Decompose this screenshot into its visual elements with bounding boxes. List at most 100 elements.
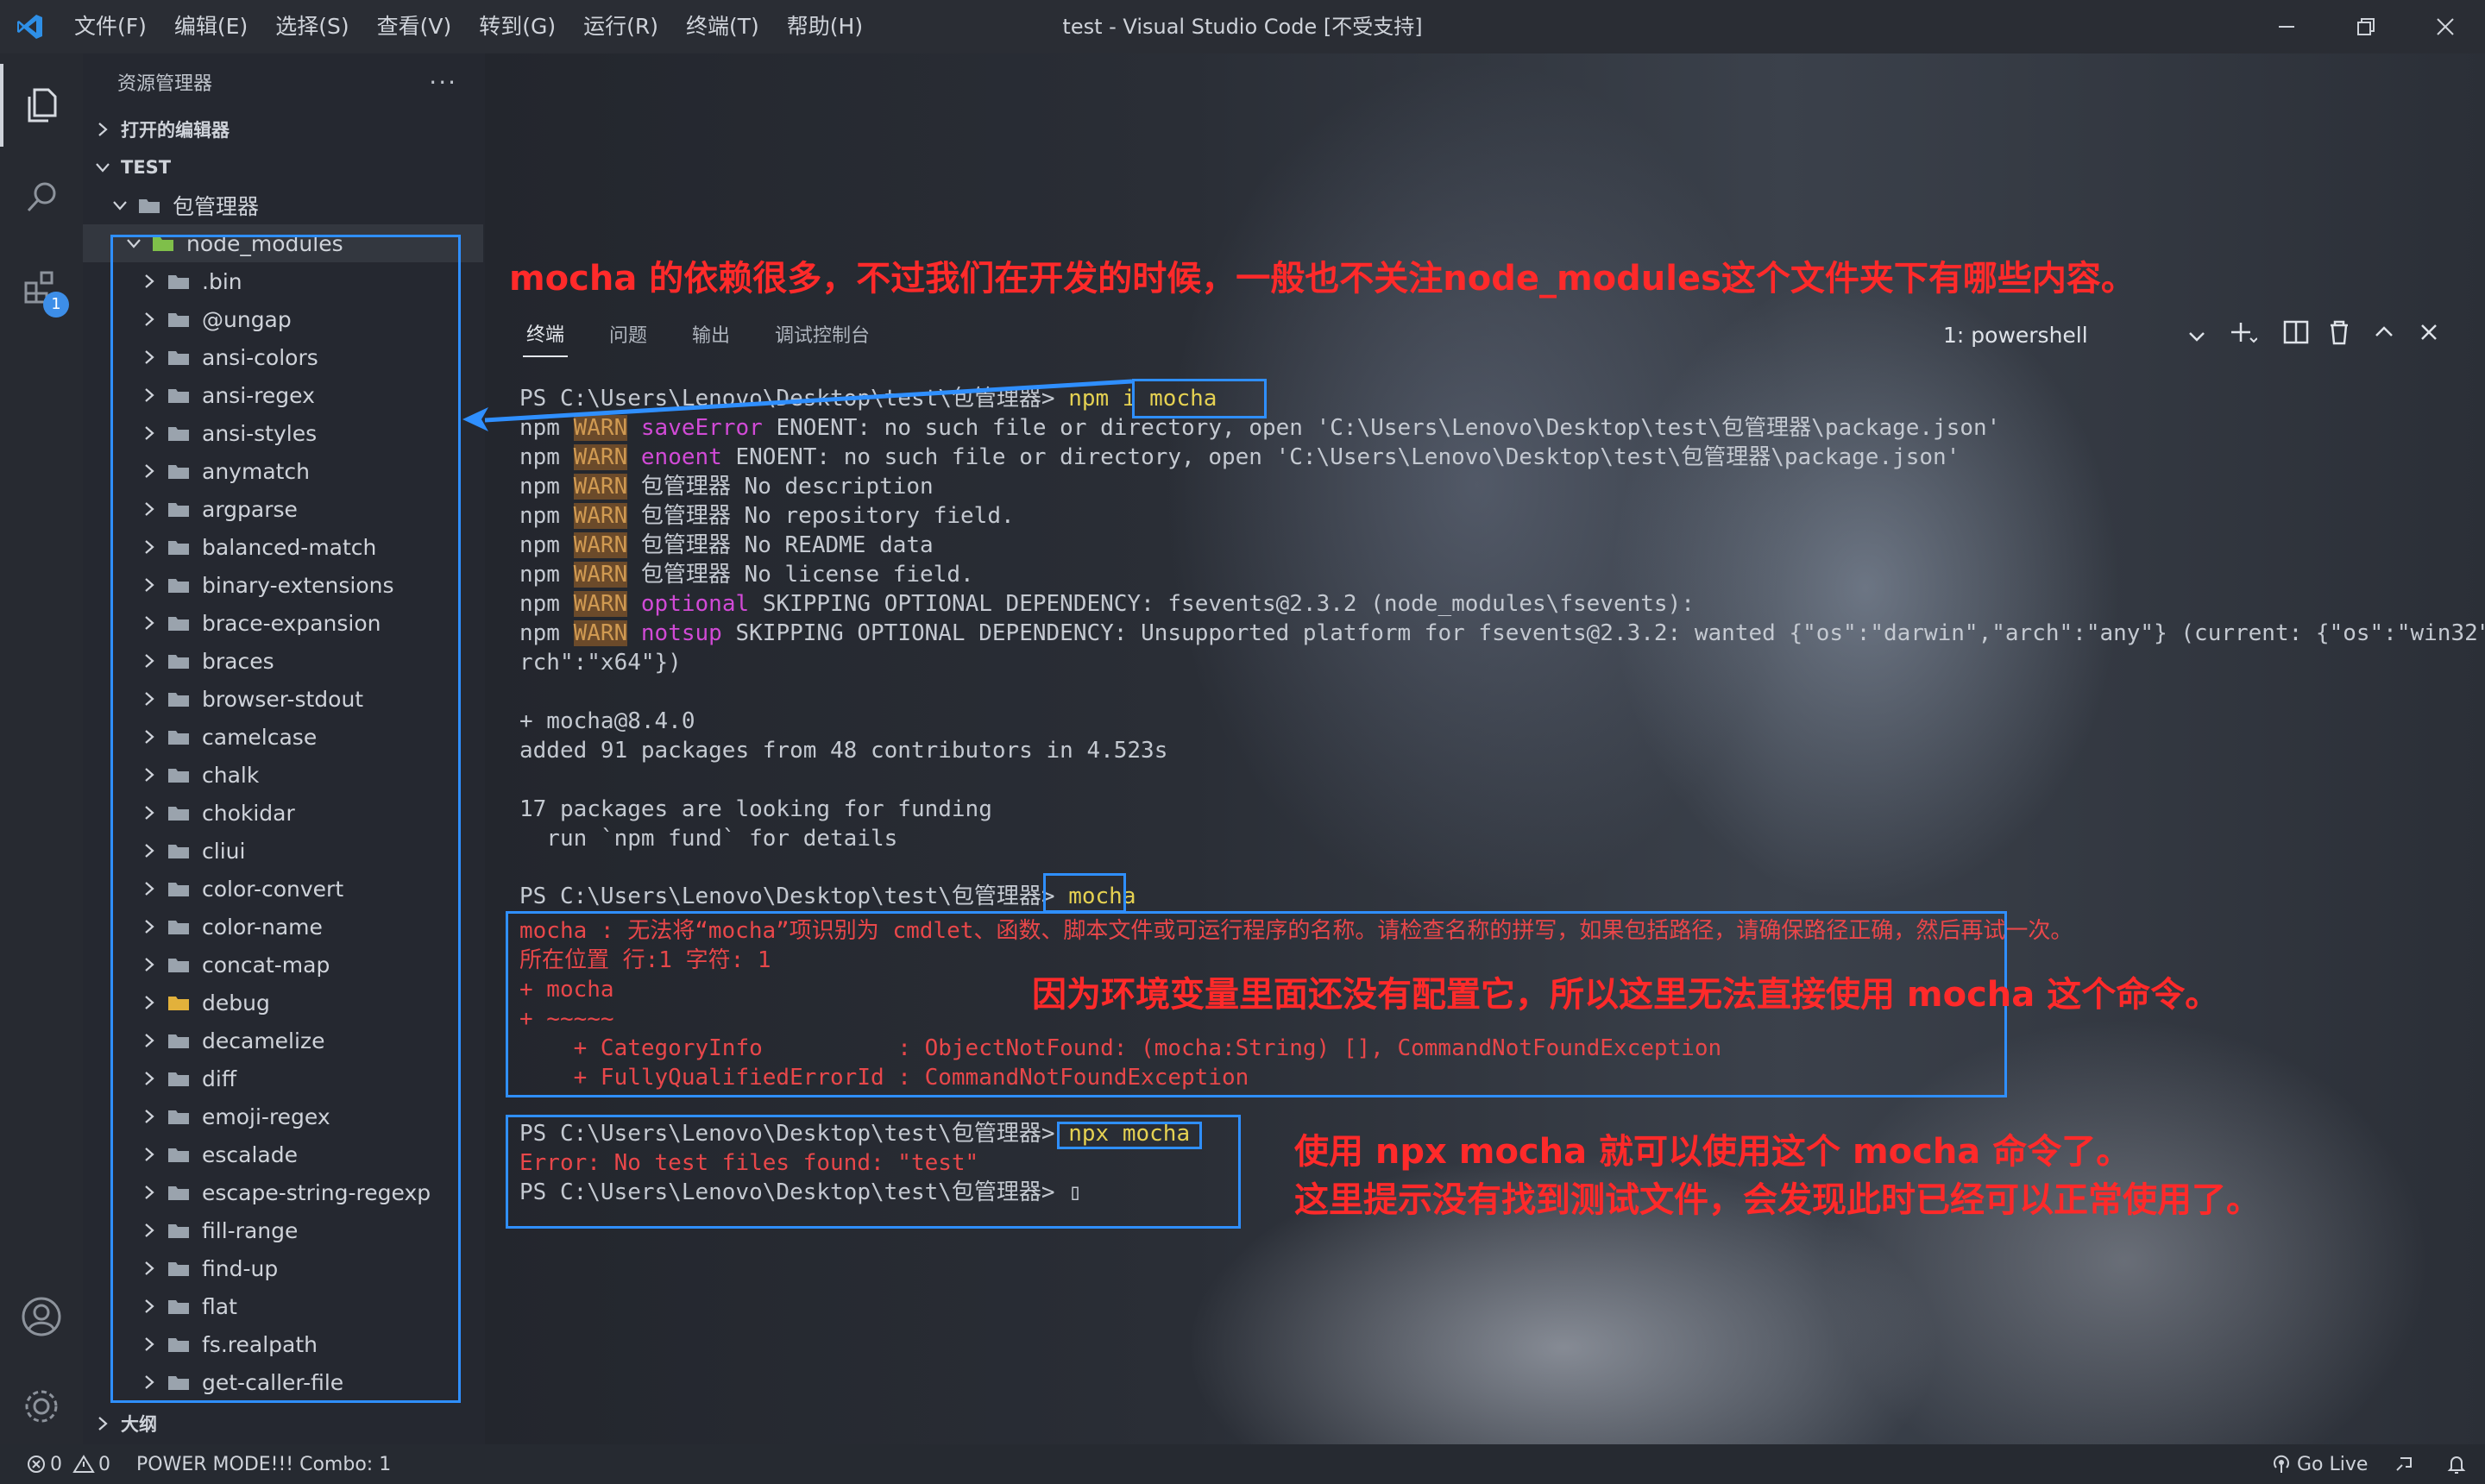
terminal-select[interactable]: 1: powershell <box>1943 323 2088 348</box>
chevron-right-icon <box>145 882 154 896</box>
arrowhead-icon <box>462 407 488 431</box>
folder-icon <box>168 1224 189 1238</box>
outline-label: 大纲 <box>121 1414 157 1435</box>
tree-item-folder[interactable]: concat-map <box>83 946 485 984</box>
split-terminal-icon[interactable] <box>2281 318 2311 347</box>
tree-item-node-modules[interactable]: node_modules <box>83 224 483 262</box>
section-workspace[interactable]: TEST <box>83 148 485 186</box>
folder-icon <box>168 579 189 593</box>
account-icon[interactable] <box>0 1275 83 1358</box>
tree-item-folder[interactable]: argparse <box>83 490 485 528</box>
tree-item-folder[interactable]: escape-string-regexp <box>83 1173 485 1211</box>
terminal-warn-line: npm WARN notsup SKIPPING OPTIONAL DEPEND… <box>519 619 2485 648</box>
chevron-right-icon <box>145 1034 154 1047</box>
tree-item-folder[interactable]: braces <box>83 642 485 680</box>
tree-item-folder[interactable]: escalade <box>83 1135 485 1173</box>
explorer-icon[interactable] <box>0 64 83 147</box>
tree-item-folder[interactable]: binary-extensions <box>83 566 485 604</box>
folder-icon <box>168 465 189 479</box>
terminal-line: rch":"x64"}) <box>519 650 682 676</box>
tree-item-folder[interactable]: emoji-regex <box>83 1097 485 1135</box>
folder-icon <box>168 1376 189 1390</box>
open-editors-label: 打开的编辑器 <box>121 120 230 141</box>
tree-item-folder[interactable]: chokidar <box>83 794 485 832</box>
terminal-line: added 91 packages from 48 contributors i… <box>519 738 1168 764</box>
tree-item-folder[interactable]: ansi-colors <box>83 338 485 376</box>
tree-item-root-folder[interactable]: 包管理器 <box>83 186 485 224</box>
tree-item-folder[interactable]: camelcase <box>83 718 485 756</box>
window-controls <box>2247 0 2485 53</box>
tree-item-folder[interactable]: anymatch <box>83 452 485 490</box>
extensions-icon[interactable]: 1 <box>0 245 83 328</box>
search-icon[interactable] <box>0 155 83 238</box>
section-open-editors[interactable]: 打开的编辑器 <box>83 110 485 148</box>
more-actions-icon[interactable]: ··· <box>429 68 457 97</box>
close-panel-icon[interactable] <box>2414 318 2444 347</box>
tree-label: ansi-regex <box>202 382 315 408</box>
tree-item-folder[interactable]: browser-stdout <box>83 680 485 718</box>
error-icon <box>28 1456 45 1473</box>
tree-item-folder[interactable]: fill-range <box>83 1211 485 1249</box>
power-mode-status[interactable]: POWER MODE!!! Combo: 1 <box>136 1454 391 1475</box>
tree-item-folder[interactable]: balanced-match <box>83 528 485 566</box>
tree-item-folder[interactable]: get-caller-file <box>83 1363 485 1401</box>
tree-item-folder[interactable]: cliui <box>83 832 485 870</box>
new-terminal-icon[interactable] <box>2228 318 2257 347</box>
menu-view[interactable]: 查看(V) <box>363 0 466 53</box>
folder-icon <box>168 1186 189 1200</box>
go-live-button[interactable]: Go Live <box>2271 1454 2368 1475</box>
terminal-error-line: + mocha <box>519 977 614 1003</box>
restore-button[interactable] <box>2326 0 2406 53</box>
close-button[interactable] <box>2406 0 2485 53</box>
folder-icon <box>153 237 173 251</box>
chevron-down-icon <box>127 239 141 248</box>
tree-item-folder[interactable]: find-up <box>83 1249 485 1287</box>
terminal-error-line: mocha : 无法将“mocha”项识别为 cmdlet、函数、脚本文件或可运… <box>519 918 2073 944</box>
tree-item-folder[interactable]: chalk <box>83 756 485 794</box>
folder-icon <box>168 275 189 289</box>
menu-edit[interactable]: 编辑(E) <box>160 0 261 53</box>
folder-icon <box>168 1262 189 1276</box>
folder-icon <box>168 541 189 555</box>
folder-icon <box>168 313 189 327</box>
tree-label: braces <box>202 648 274 674</box>
tree-label: .bin <box>202 268 242 294</box>
tree-item-folder[interactable]: ansi-styles <box>83 414 485 452</box>
annotation-arrow-icon <box>485 379 1133 423</box>
tree-item-folder[interactable]: .bin <box>83 262 485 300</box>
tree-item-folder[interactable]: decamelize <box>83 1022 485 1060</box>
tree-item-folder[interactable]: @ungap <box>83 300 485 338</box>
problems-status[interactable]: 0 0 <box>26 1454 110 1475</box>
settings-gear-icon[interactable] <box>0 1365 83 1448</box>
terminal-error-line: + FullyQualifiedErrorId : CommandNotFoun… <box>519 1065 1249 1091</box>
feedback-icon[interactable] <box>2394 1453 2416 1475</box>
menu-terminal[interactable]: 终端(T) <box>672 0 773 53</box>
notifications-bell-icon[interactable] <box>2445 1453 2468 1475</box>
menu-run[interactable]: 运行(R) <box>569 0 672 53</box>
folder-icon <box>168 731 189 745</box>
tree-label: 包管理器 <box>173 194 260 219</box>
npm-label: npm <box>519 591 560 617</box>
tree-item-folder[interactable]: diff <box>83 1060 485 1097</box>
tree-item-folder[interactable]: color-name <box>83 908 485 946</box>
minimize-button[interactable] <box>2247 0 2326 53</box>
menu-go[interactable]: 转到(G) <box>465 0 569 53</box>
tree-item-folder[interactable]: ansi-regex <box>83 376 485 414</box>
tree-label: ansi-styles <box>202 420 318 446</box>
menu-selection[interactable]: 选择(S) <box>261 0 362 53</box>
tree-item-folder[interactable]: brace-expansion <box>83 604 485 642</box>
menu-help[interactable]: 帮助(H) <box>773 0 877 53</box>
close-icon <box>2437 18 2454 35</box>
tree-item-folder[interactable]: color-convert <box>83 870 485 908</box>
tree-item-folder[interactable]: fs.realpath <box>83 1325 485 1363</box>
tree-item-folder[interactable]: flat <box>83 1287 485 1325</box>
tree-item-folder[interactable]: debug <box>83 984 485 1022</box>
menu-file[interactable]: 文件(F) <box>60 0 160 53</box>
chevron-right-icon <box>145 274 154 288</box>
section-outline[interactable]: 大纲 <box>83 1405 485 1443</box>
chevron-down-icon[interactable] <box>2186 326 2207 347</box>
folder-icon <box>168 1034 189 1048</box>
trash-icon[interactable] <box>2325 318 2354 347</box>
maximize-panel-icon[interactable] <box>2369 318 2399 347</box>
tree-label: chalk <box>202 762 260 788</box>
